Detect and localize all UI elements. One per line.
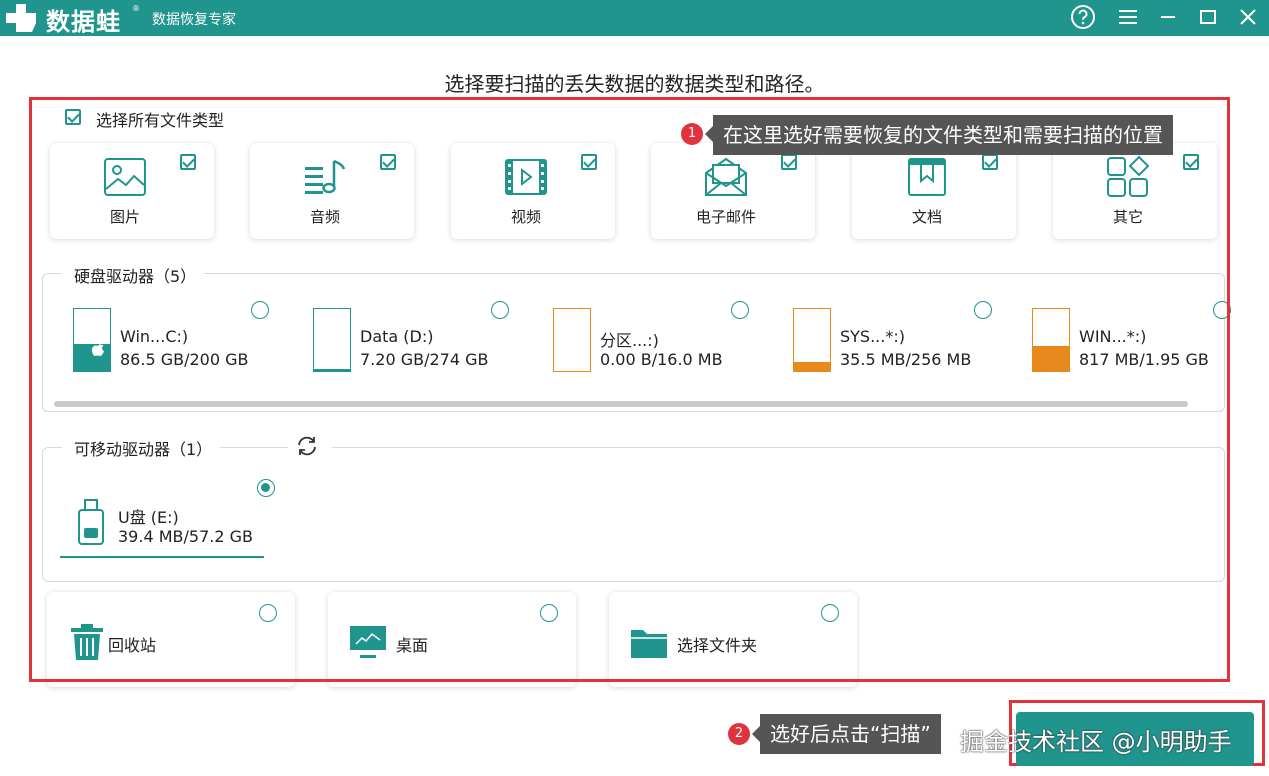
location-label: 回收站 <box>108 636 157 655</box>
type-label: 音频 <box>309 208 340 226</box>
callout-1-tip: 在这里选好需要恢复的文件类型和需要扫描的位置 <box>713 115 1173 155</box>
drive-c-radio[interactable] <box>251 301 269 319</box>
type-card-video[interactable]: 视频 <box>451 143 615 239</box>
drive-item-d[interactable]: Data (D:) 7.20 GB/274 GB <box>313 303 553 379</box>
hard-drive-group-title: 硬盘驱动器（5） <box>62 263 205 287</box>
drive-win-radio[interactable] <box>1213 301 1231 319</box>
menu-icon[interactable] <box>1114 3 1142 31</box>
mail-icon <box>705 157 747 196</box>
drive-fill <box>794 362 830 371</box>
drive-item-sys[interactable]: SYS...*:) 35.5 MB/256 MB <box>793 303 1033 379</box>
drive-size: 86.5 GB/200 GB <box>120 350 249 369</box>
drive-item-c[interactable]: Win...C:) 86.5 GB/200 GB <box>73 303 313 379</box>
app-subtitle: 数据恢复专家 <box>152 12 236 28</box>
close-icon[interactable] <box>1234 3 1262 31</box>
other-icon <box>1107 155 1150 197</box>
callout-2-tip: 选好后点击“扫描” <box>760 714 941 754</box>
watermark-text: 掘金技术社区 @小明助手 <box>960 728 1232 756</box>
type-card-document[interactable]: 文档 <box>852 143 1016 239</box>
type-checkbox[interactable] <box>581 154 597 170</box>
minimize-icon[interactable] <box>1154 3 1182 31</box>
select-all-label[interactable]: 选择所有文件类型 <box>96 107 224 131</box>
drive-d-radio[interactable] <box>491 301 509 319</box>
drive-partition-radio[interactable] <box>731 301 749 319</box>
drive-size: 817 MB/1.95 GB <box>1079 350 1209 369</box>
desktop-icon <box>350 626 386 658</box>
type-label: 文档 <box>911 208 942 226</box>
usb-drive-icon <box>78 499 104 545</box>
type-label: 电子邮件 <box>695 208 756 226</box>
recycle-bin-icon <box>71 624 103 660</box>
video-icon <box>505 159 547 195</box>
drive-name: WIN...*:) <box>1079 327 1147 346</box>
location-label: 桌面 <box>396 636 429 655</box>
drive-size: 7.20 GB/274 GB <box>360 350 489 369</box>
drive-name: SYS...*:) <box>840 327 905 346</box>
type-checkbox[interactable] <box>781 154 797 170</box>
type-card-email[interactable]: 电子邮件 <box>651 143 815 239</box>
location-card-recycle-bin[interactable]: 回收站 <box>47 592 295 687</box>
type-label: 图片 <box>109 208 140 226</box>
app-logo-text: 数据蛙 <box>46 8 121 36</box>
removable-u-radio[interactable] <box>257 479 275 497</box>
removable-item-u[interactable]: U盘 (E:) 39.4 MB/57.2 GB <box>60 490 264 558</box>
page-headline: 选择要扫描的丢失数据的数据类型和路径。 <box>444 72 825 96</box>
type-checkbox[interactable] <box>1183 154 1199 170</box>
music-icon <box>305 159 346 194</box>
apple-logo-icon <box>92 341 104 356</box>
callout-2-arrow <box>752 726 760 742</box>
drive-name: 分区...:) <box>600 331 659 350</box>
drive-size: 0.00 B/16.0 MB <box>600 350 723 369</box>
drive-item-partition[interactable]: 分区...:) 0.00 B/16.0 MB <box>553 303 793 379</box>
drive-d-icon <box>313 308 351 372</box>
drive-fill <box>1033 345 1069 371</box>
registered-mark: ® <box>132 4 140 13</box>
help-icon[interactable] <box>1069 3 1097 31</box>
drive-list-scrollbar[interactable] <box>54 401 1188 407</box>
select-all-checkbox[interactable] <box>65 109 81 125</box>
folder-icon <box>631 630 667 658</box>
location-radio[interactable] <box>821 604 839 622</box>
location-radio[interactable] <box>540 604 558 622</box>
type-card-image[interactable]: 图片 <box>50 143 214 239</box>
drive-item-win[interactable]: WIN...*:) 817 MB/1.95 GB <box>1032 303 1222 379</box>
removable-size: 39.4 MB/57.2 GB <box>118 527 253 546</box>
type-checkbox[interactable] <box>982 154 998 170</box>
refresh-icon[interactable] <box>295 434 319 458</box>
callout-2-badge: 2 <box>728 723 750 745</box>
title-bar: 数据蛙 ® 数据恢复专家 <box>0 0 1269 36</box>
location-radio[interactable] <box>259 604 277 622</box>
drive-name: Win...C:) <box>120 327 189 346</box>
type-checkbox[interactable] <box>180 154 196 170</box>
drive-sys-radio[interactable] <box>974 301 992 319</box>
drive-size: 35.5 MB/256 MB <box>840 350 972 369</box>
drive-win-icon <box>1032 308 1070 372</box>
document-icon <box>908 158 946 196</box>
type-label: 其它 <box>1112 208 1143 226</box>
location-label: 选择文件夹 <box>677 636 758 655</box>
maximize-icon[interactable] <box>1194 3 1222 31</box>
removable-drive-group-title: 可移动驱动器（1） <box>62 436 221 460</box>
drive-fill <box>314 369 350 371</box>
logo-icon <box>6 4 36 32</box>
location-card-desktop[interactable]: 桌面 <box>328 592 576 687</box>
callout-1-badge: 1 <box>681 123 703 145</box>
removable-name: U盘 (E:) <box>118 508 179 527</box>
image-icon <box>104 158 146 196</box>
drive-c-icon <box>73 308 111 372</box>
callout-1-arrow <box>705 126 713 142</box>
drive-partition-icon <box>553 308 591 372</box>
type-card-audio[interactable]: 音频 <box>250 143 414 239</box>
location-card-folder[interactable]: 选择文件夹 <box>609 592 857 687</box>
type-label: 视频 <box>510 208 541 226</box>
type-checkbox[interactable] <box>380 154 396 170</box>
drive-name: Data (D:) <box>360 327 434 346</box>
drive-sys-icon <box>793 308 831 372</box>
type-card-other[interactable]: 其它 <box>1053 143 1217 239</box>
